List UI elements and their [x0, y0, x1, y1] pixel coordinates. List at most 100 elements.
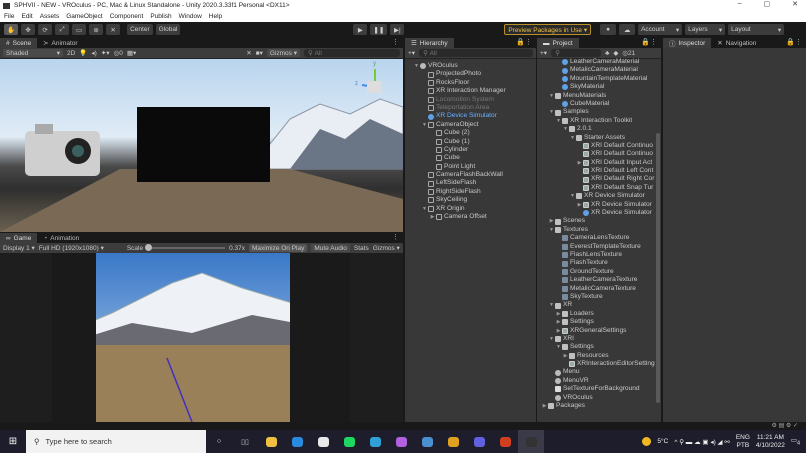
tree-item[interactable]: XRI Default Continuo	[541, 142, 661, 150]
expand-arrow-icon[interactable]: ▼	[562, 125, 569, 133]
add-button[interactable]: +▾	[540, 49, 547, 57]
menu-file[interactable]: File	[4, 13, 14, 20]
tree-item[interactable]: ▼ Samples	[541, 108, 661, 116]
mute-audio-toggle[interactable]: Mute Audio	[311, 244, 350, 252]
tree-item[interactable]: FlashTexture	[541, 259, 661, 267]
step-button[interactable]: ▶|	[390, 24, 405, 35]
tree-item[interactable]: ▼ Starter Assets	[541, 134, 661, 142]
tree-item[interactable]: ▶ XRGeneralSettings	[541, 327, 661, 335]
effects-icon[interactable]: ✦▾	[101, 49, 110, 57]
powerpoint-app-icon[interactable]	[492, 430, 518, 453]
tab-inspector[interactable]: ⓘ Inspector	[663, 38, 712, 48]
tree-item[interactable]: Teleportation Area	[413, 104, 536, 112]
tree-item[interactable]: Cylinder	[413, 146, 536, 154]
tree-item[interactable]: ▼ XR Interaction Toolkit	[541, 117, 661, 125]
tree-item[interactable]: ▼ VROculus	[413, 62, 536, 70]
tree-item[interactable]: CubeMaterial	[541, 100, 661, 108]
resolution-dropdown[interactable]: Full HD (1920x1080) ▾	[39, 244, 123, 252]
tree-item[interactable]: XRI Default Snap Tur	[541, 184, 661, 192]
tools-icon[interactable]: ✕	[246, 49, 251, 57]
tab-scene[interactable]: # Scene	[0, 38, 38, 48]
tree-item[interactable]: LeatherCameraMaterial	[541, 58, 661, 66]
tree-item[interactable]: ▶ XR Device Simulator	[541, 201, 661, 209]
expand-arrow-icon[interactable]: ▼	[421, 205, 428, 213]
taskbar-search-input[interactable]: ⚲ Type here to search	[26, 430, 206, 453]
tree-item[interactable]: ▶ Scenes	[541, 217, 661, 225]
expand-arrow-icon[interactable]: ▶	[555, 310, 562, 318]
account-dropdown[interactable]: Account ▾	[638, 24, 683, 35]
tab-animator[interactable]: ≻ Animator	[37, 38, 83, 48]
expand-arrow-icon[interactable]: ▼	[548, 226, 555, 234]
expand-arrow-icon[interactable]: ▼	[413, 62, 420, 70]
tree-item[interactable]: ▶ Camera Offset	[413, 213, 536, 221]
expand-arrow-icon[interactable]: ▶	[562, 352, 569, 360]
tree-item[interactable]: LeftSideFlash	[413, 179, 536, 187]
hand-tool-icon[interactable]: ✋	[4, 24, 19, 35]
tree-item[interactable]: SkyMaterial	[541, 83, 661, 91]
tree-item[interactable]: GroundTexture	[541, 268, 661, 276]
tab-game[interactable]: ∞ Game	[0, 233, 38, 243]
expand-arrow-icon[interactable]: ▼	[555, 343, 562, 351]
tab-navigation[interactable]: ✕ Navigation	[711, 38, 762, 48]
preview-packages-button[interactable]: Preview Packages in Use ▾	[504, 24, 592, 35]
steam-app-icon[interactable]	[414, 430, 440, 453]
start-button[interactable]: ⊞	[0, 430, 26, 453]
more-icon[interactable]: ⋮	[392, 38, 399, 46]
gizmos-dropdown[interactable]: Gizmos ▾	[373, 244, 400, 252]
tree-item[interactable]: MountainTemplateMaterial	[541, 75, 661, 83]
add-button[interactable]: +▾	[408, 49, 415, 57]
pivot-global-button[interactable]: Global	[155, 24, 181, 35]
tree-item[interactable]: XRI Default Continuo	[541, 150, 661, 158]
rotate-tool-icon[interactable]: ⟳	[38, 24, 53, 35]
notifications-icon[interactable]: ▭4	[791, 436, 800, 446]
cortana-icon[interactable]: ○	[206, 430, 232, 453]
scale-tool-icon[interactable]: ⤢	[55, 24, 70, 35]
lock-icon[interactable]: 🔒⋮	[516, 38, 532, 46]
app-app-icon[interactable]	[388, 430, 414, 453]
tree-item[interactable]: XRI Default Left Cont	[541, 167, 661, 175]
chrome-app-icon[interactable]	[440, 430, 466, 453]
expand-arrow-icon[interactable]: ▶	[555, 327, 562, 335]
stats-toggle[interactable]: Stats	[354, 245, 369, 252]
tree-item[interactable]: XRInteractionEditorSetting	[541, 360, 661, 368]
transform-tool-icon[interactable]: ⊕	[89, 24, 104, 35]
camera-icon[interactable]: ■▾	[256, 49, 263, 57]
tree-item[interactable]: ▶ Packages	[541, 402, 661, 410]
menu-assets[interactable]: Assets	[40, 13, 60, 20]
2d-toggle[interactable]: 2D	[67, 50, 75, 57]
tree-item[interactable]: Point Light	[413, 163, 536, 171]
tree-item[interactable]: Locomotion System	[413, 96, 536, 104]
expand-arrow-icon[interactable]: ▶	[576, 159, 583, 167]
expand-arrow-icon[interactable]: ▶	[555, 318, 562, 326]
cloud-icon[interactable]: ☁	[619, 24, 636, 35]
project-search-input[interactable]: ⚲	[551, 49, 602, 57]
menu-edit[interactable]: Edit	[21, 13, 32, 20]
menu-component[interactable]: Component	[110, 13, 144, 20]
expand-arrow-icon[interactable]: ▼	[555, 117, 562, 125]
tree-item[interactable]: Cube	[413, 154, 536, 162]
tree-item[interactable]: Cube (1)	[413, 138, 536, 146]
lock-icon[interactable]: 🔒⋮	[641, 38, 657, 46]
menu-publish[interactable]: Publish	[150, 13, 171, 20]
tree-item[interactable]: ProjectedPhoto	[413, 70, 536, 78]
tree-item[interactable]: MetalicCameraTexture	[541, 285, 661, 293]
tree-item[interactable]: ▶ Resources	[541, 352, 661, 360]
display-dropdown[interactable]: Display 1 ▾	[3, 244, 35, 252]
tree-item[interactable]: ▼ XR Origin	[413, 205, 536, 213]
expand-arrow-icon[interactable]: ▼	[421, 121, 428, 129]
mail-app-icon[interactable]	[284, 430, 310, 453]
tree-item[interactable]: XR Device Simulator	[541, 209, 661, 217]
maximize-on-play-toggle[interactable]: Maximize On Play	[248, 244, 308, 252]
tree-item[interactable]: MenuVR	[541, 377, 661, 385]
game-viewport[interactable]	[0, 253, 403, 422]
tab-project[interactable]: ▬ Project	[537, 38, 579, 48]
tree-item[interactable]: ▼ Textures	[541, 226, 661, 234]
expand-arrow-icon[interactable]: ▼	[569, 192, 576, 200]
tree-item[interactable]: EverestTemplateTexture	[541, 243, 661, 251]
hidden-objects-icon[interactable]: ◎0	[114, 49, 123, 57]
shading-dropdown[interactable]: Shaded ▾	[3, 49, 63, 57]
expand-arrow-icon[interactable]: ▶	[429, 213, 436, 221]
pivot-center-button[interactable]: Center	[127, 24, 153, 35]
grid-icon[interactable]: ▦▾	[127, 49, 136, 57]
store-app-icon[interactable]	[310, 430, 336, 453]
